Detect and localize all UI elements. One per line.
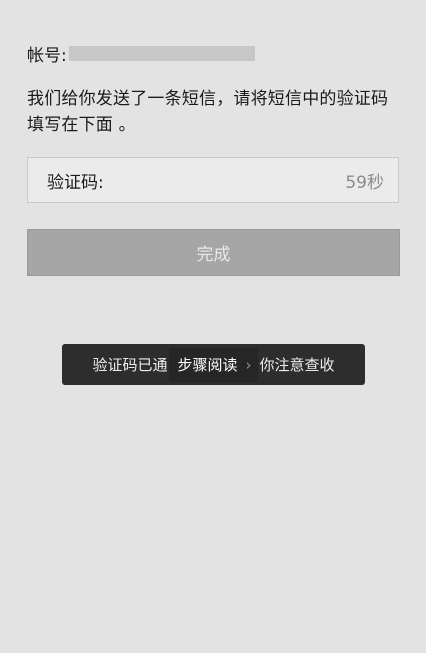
verification-code-field[interactable]: 验证码: 59秒 [27, 157, 399, 203]
step-reading-label: 步骤阅读 [177, 356, 238, 374]
account-row: 帐号: [27, 41, 255, 66]
sms-instruction-text: 我们给你发送了一条短信，请将短信中的验证码填写在下面 。 [27, 89, 389, 135]
verification-code-label: 验证码: [47, 172, 104, 193]
toast-message: 验证码已通 步骤阅读 › 你注意查收 [62, 344, 365, 385]
resend-countdown: 59秒 [345, 172, 384, 193]
done-button[interactable]: 完成 [27, 229, 400, 276]
toast-text-suffix: 你注意查收 [259, 356, 335, 374]
step-reading-button[interactable]: 步骤阅读 › [169, 347, 258, 382]
account-label: 帐号: [27, 45, 67, 66]
account-masked-value [68, 45, 255, 61]
verification-code-input[interactable] [109, 169, 346, 191]
chevron-right-icon: › [245, 355, 252, 374]
toast-text-prefix: 验证码已通 [92, 356, 168, 374]
